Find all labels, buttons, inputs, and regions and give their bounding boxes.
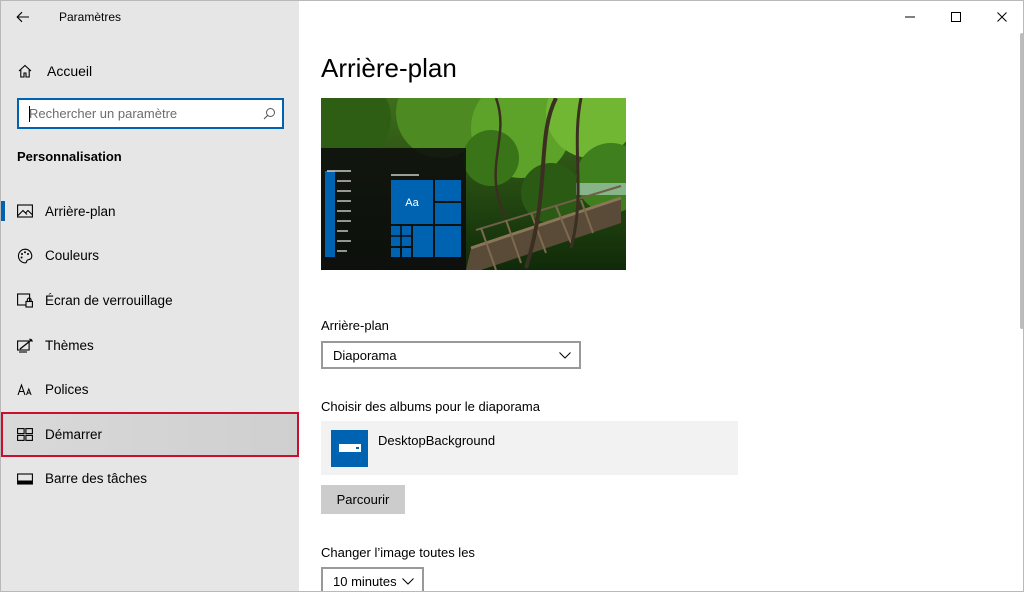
folder-tile: [331, 429, 368, 467]
themes-icon: [16, 336, 34, 354]
sidebar-item-background[interactable]: Arrière-plan: [1, 189, 299, 234]
sidebar-item-label: Écran de verrouillage: [45, 292, 173, 308]
back-button[interactable]: [1, 1, 45, 33]
interval-value: 10 minutes: [333, 573, 397, 589]
picture-icon: [16, 202, 34, 220]
background-preview: Aa: [321, 98, 626, 270]
section-title: Personnalisation: [17, 149, 122, 164]
sidebar-nav: Arrière-plan Couleurs Écran de verrouill…: [1, 189, 299, 501]
home-label: Accueil: [47, 63, 93, 79]
taskbar-icon: [16, 470, 34, 488]
home-icon: [17, 63, 33, 79]
sidebar-item-label: Démarrer: [45, 426, 103, 442]
main-content: Arrière-plan Aa Arrière-plan Diaporama C…: [299, 1, 1023, 591]
settings-window: Paramètres Accueil Personnalisation: [0, 0, 1024, 592]
back-arrow-icon: [16, 11, 29, 23]
title-bar: Paramètres: [1, 1, 299, 33]
album-name: DesktopBackground: [378, 433, 496, 448]
sidebar-item-themes[interactable]: Thèmes: [1, 323, 299, 368]
minimize-icon: [905, 16, 915, 18]
scrollbar[interactable]: [1020, 33, 1023, 329]
sidebar: Paramètres Accueil Personnalisation: [1, 1, 299, 591]
interval-select[interactable]: 10 minutes: [321, 567, 424, 591]
sidebar-item-colors[interactable]: Couleurs: [1, 234, 299, 279]
maximize-icon: [951, 12, 961, 22]
close-icon: [997, 12, 1007, 22]
albums-label: Choisir des albums pour le diaporama: [321, 399, 540, 414]
chevron-down-icon: [402, 577, 414, 585]
background-type-select[interactable]: Diaporama: [321, 341, 581, 369]
background-preview-image: Aa: [321, 98, 626, 270]
search-input[interactable]: [19, 100, 256, 127]
sidebar-item-taskbar[interactable]: Barre des tâches: [1, 457, 299, 502]
fonts-icon: [16, 381, 34, 399]
interval-label: Changer l’image toutes les: [321, 545, 475, 560]
background-type-label: Arrière-plan: [321, 318, 389, 333]
search-icon[interactable]: [256, 101, 282, 127]
preview-tile-text: Aa: [405, 197, 419, 209]
app-title: Paramètres: [59, 10, 122, 24]
page-title: Arrière-plan: [321, 53, 457, 83]
lock-screen-icon: [16, 291, 34, 309]
browse-button[interactable]: Parcourir: [321, 485, 405, 514]
palette-icon: [16, 247, 34, 265]
sidebar-item-label: Arrière-plan: [45, 203, 116, 219]
sidebar-item-start[interactable]: Démarrer: [1, 411, 299, 457]
maximize-button[interactable]: [933, 1, 979, 33]
sidebar-item-label: Polices: [45, 382, 89, 398]
minimize-button[interactable]: [887, 1, 933, 33]
start-icon: [16, 425, 34, 443]
close-button[interactable]: [979, 1, 1023, 33]
album-item[interactable]: DesktopBackground: [321, 421, 738, 475]
sidebar-item-lock-screen[interactable]: Écran de verrouillage: [1, 278, 299, 323]
window-controls: [887, 1, 1023, 33]
folder-icon: [338, 444, 361, 452]
active-indicator: [1, 201, 5, 221]
sidebar-item-fonts[interactable]: Polices: [1, 367, 299, 412]
text-caret: [29, 106, 30, 122]
sidebar-item-label: Couleurs: [45, 248, 100, 264]
sidebar-item-label: Thèmes: [45, 337, 94, 353]
background-type-value: Diaporama: [333, 347, 397, 363]
chevron-down-icon: [559, 351, 571, 359]
home-link[interactable]: Accueil: [1, 53, 299, 89]
sidebar-item-label: Barre des tâches: [45, 471, 148, 487]
search-box[interactable]: [17, 98, 284, 129]
